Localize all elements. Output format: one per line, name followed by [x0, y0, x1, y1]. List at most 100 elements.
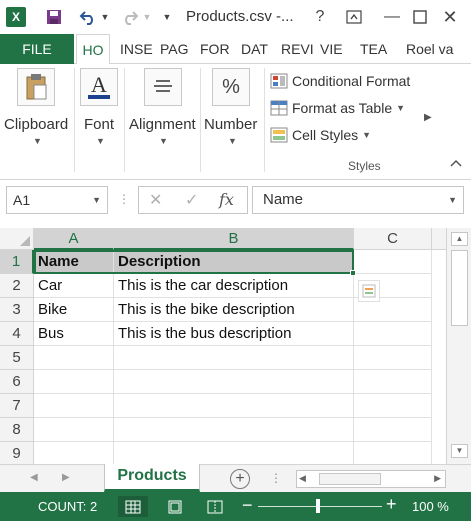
row-header-7[interactable]: 7 [0, 394, 34, 418]
normal-view-icon[interactable] [118, 496, 148, 517]
tab-home[interactable]: HO [76, 34, 110, 65]
name-box[interactable]: A1 ▼ [6, 186, 108, 214]
undo-icon[interactable] [78, 7, 98, 27]
excel-logo-icon[interactable]: X [6, 7, 26, 27]
alignment-group[interactable]: Alignment ▼ [126, 68, 198, 176]
cell-c7[interactable] [354, 394, 432, 418]
scroll-left-icon[interactable]: ◀ [299, 473, 306, 484]
cell-b2[interactable]: This is the car description [114, 274, 354, 298]
customize-toolbar-icon[interactable]: ▼ [162, 7, 172, 27]
zoom-out-button[interactable]: − [242, 495, 253, 516]
tab-insert[interactable]: INSE [120, 34, 153, 64]
cell-b4[interactable]: This is the bus description [114, 322, 354, 346]
tab-data[interactable]: DAT [241, 34, 268, 64]
horizontal-scrollbar[interactable]: ◀ ▶ [296, 470, 446, 488]
row-header-5[interactable]: 5 [0, 346, 34, 370]
row-header-3[interactable]: 3 [0, 298, 34, 322]
fill-handle[interactable] [350, 270, 356, 276]
close-button[interactable]: ✕ [440, 7, 460, 27]
cell-b3[interactable]: This is the bike description [114, 298, 354, 322]
tab-user-account[interactable]: Roel va [406, 34, 471, 64]
page-layout-view-icon[interactable] [160, 496, 190, 517]
cell-styles-button[interactable]: Cell Styles ▼ [270, 124, 371, 146]
column-header-d[interactable] [432, 228, 446, 250]
clipboard-group[interactable]: Clipboard ▼ [0, 68, 72, 176]
confirm-entry-icon[interactable]: ✓ [185, 190, 198, 210]
row-header-9[interactable]: 9 [0, 442, 34, 466]
save-icon[interactable] [44, 7, 64, 27]
font-group[interactable]: A Font ▼ [76, 68, 122, 176]
cell-a6[interactable] [34, 370, 114, 394]
maximize-button[interactable] [410, 7, 430, 27]
quick-analysis-icon[interactable] [358, 280, 380, 302]
redo-dropdown-icon[interactable]: ▼ [142, 7, 152, 27]
scroll-up-icon[interactable]: ▲ [451, 232, 468, 246]
cell-c4[interactable] [354, 322, 432, 346]
previous-sheet-icon[interactable]: ◀ [30, 472, 38, 483]
cell-b9[interactable] [114, 442, 354, 466]
row-header-6[interactable]: 6 [0, 370, 34, 394]
conditional-formatting-button[interactable]: Conditional Format [270, 70, 410, 92]
cell-c5[interactable] [354, 346, 432, 370]
horizontal-scroll-thumb[interactable] [319, 473, 381, 485]
cancel-entry-icon[interactable]: ✕ [149, 190, 162, 210]
cell-b5[interactable] [114, 346, 354, 370]
cell-c6[interactable] [354, 370, 432, 394]
number-group[interactable]: % Number ▼ [202, 68, 262, 176]
cell-c8[interactable] [354, 418, 432, 442]
zoom-slider-thumb[interactable] [316, 499, 320, 513]
cell-a3[interactable]: Bike [34, 298, 114, 322]
tab-file[interactable]: FILE [0, 34, 74, 64]
tab-page-layout[interactable]: PAG [160, 34, 189, 64]
cell-c1[interactable] [354, 250, 432, 274]
vertical-scroll-thumb[interactable] [451, 250, 468, 326]
ribbon-display-options-icon[interactable] [344, 7, 364, 27]
undo-dropdown-icon[interactable]: ▼ [100, 7, 110, 27]
tab-review[interactable]: REVI [281, 34, 314, 64]
cell-a4[interactable]: Bus [34, 322, 114, 346]
cell-a8[interactable] [34, 418, 114, 442]
cell-a5[interactable] [34, 346, 114, 370]
formula-input[interactable]: Name ▼ [252, 186, 464, 214]
row-header-4[interactable]: 4 [0, 322, 34, 346]
cell-b8[interactable] [114, 418, 354, 442]
cell-a2[interactable]: Car [34, 274, 114, 298]
row-header-8[interactable]: 8 [0, 418, 34, 442]
cell-b7[interactable] [114, 394, 354, 418]
tab-team[interactable]: TEA [360, 34, 387, 64]
zoom-slider[interactable] [258, 506, 382, 507]
tab-view[interactable]: VIE [320, 34, 343, 64]
select-all-button[interactable] [0, 228, 34, 250]
insert-function-icon[interactable]: fx [219, 190, 234, 209]
cell-a9[interactable] [34, 442, 114, 466]
scroll-down-icon[interactable]: ▼ [451, 444, 468, 458]
page-break-preview-icon[interactable] [200, 496, 230, 517]
cell-a7[interactable] [34, 394, 114, 418]
minimize-button[interactable]: — [382, 7, 402, 27]
cell-a1[interactable]: Name [34, 250, 114, 274]
sheet-tab-products[interactable]: Products [104, 464, 200, 492]
row-header-2[interactable]: 2 [0, 274, 34, 298]
tab-split-handle[interactable]: ⋮ [270, 471, 282, 485]
scroll-right-icon[interactable]: ▶ [434, 473, 441, 484]
name-box-dropdown-icon[interactable]: ▼ [92, 187, 101, 213]
redo-icon[interactable] [120, 7, 140, 27]
tab-formulas[interactable]: FOR [200, 34, 230, 64]
column-header-a[interactable]: A [34, 228, 114, 250]
ribbon-scroll-right-icon[interactable]: ▶ [424, 112, 432, 123]
collapse-ribbon-icon[interactable] [450, 158, 462, 170]
zoom-level[interactable]: 100 % [412, 499, 449, 514]
expand-formula-bar-icon[interactable]: ▼ [448, 187, 457, 213]
cell-b6[interactable] [114, 370, 354, 394]
help-button[interactable]: ? [310, 7, 330, 27]
cell-b1[interactable]: Description [114, 250, 354, 274]
vertical-scrollbar[interactable]: ▲ ▼ [446, 228, 471, 464]
cell-c9[interactable] [354, 442, 432, 466]
column-header-b[interactable]: B [114, 228, 354, 250]
row-header-1[interactable]: 1 [0, 250, 34, 274]
formula-bar-resize-icon[interactable]: ⋮ [118, 192, 130, 206]
add-sheet-icon[interactable]: + [230, 469, 250, 489]
zoom-in-button[interactable]: + [386, 494, 397, 515]
next-sheet-icon[interactable]: ▶ [62, 472, 70, 483]
column-header-c[interactable]: C [354, 228, 432, 250]
